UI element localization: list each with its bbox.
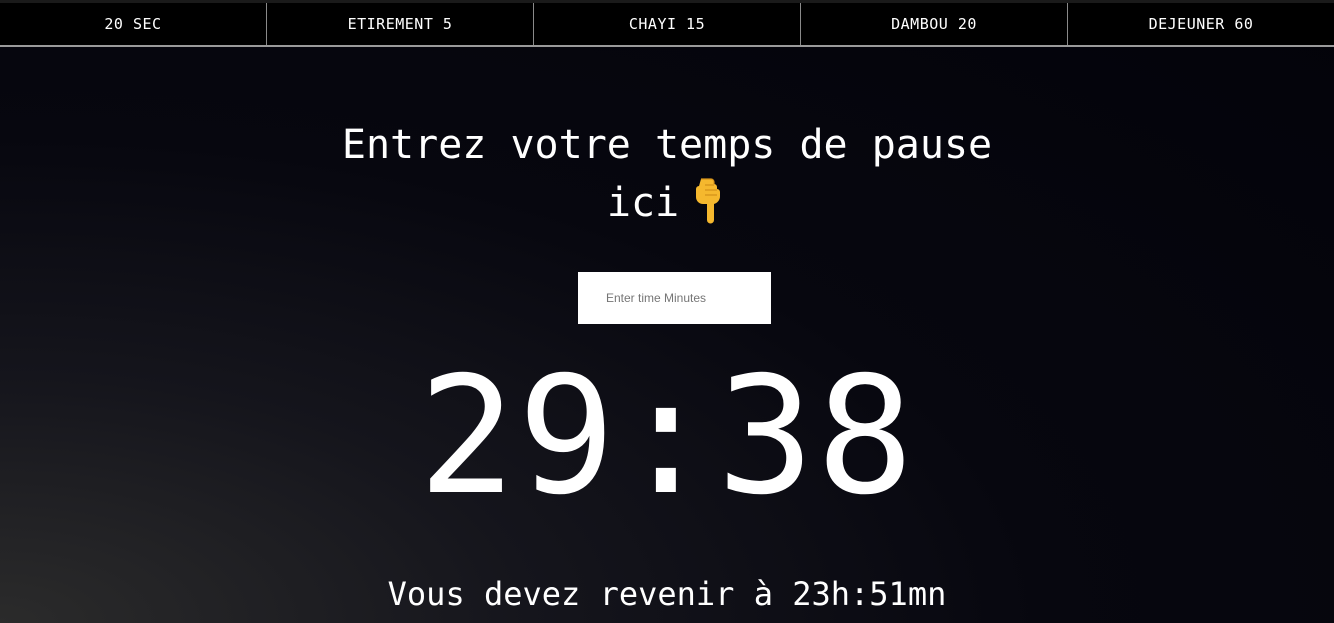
preset-dejeuner-button[interactable]: DEJEUNER 60 bbox=[1068, 3, 1334, 45]
time-input-container bbox=[578, 272, 771, 324]
return-time-message: Vous devez revenir à 23h:51mn bbox=[387, 575, 947, 613]
pointing-down-hand-icon bbox=[687, 177, 727, 225]
preset-navbar: 20 SEC ETIREMENT 5 CHAYI 15 DAMBOU 20 DE… bbox=[0, 3, 1334, 47]
heading-line-2: ici bbox=[0, 174, 1334, 232]
time-minutes-input[interactable] bbox=[578, 272, 771, 324]
page-heading: Entrez votre temps de pause ici bbox=[0, 116, 1334, 232]
preset-etirement-button[interactable]: ETIREMENT 5 bbox=[267, 3, 534, 45]
countdown-timer: 29:38 bbox=[418, 343, 916, 531]
preset-20-sec-button[interactable]: 20 SEC bbox=[0, 3, 267, 45]
heading-line-2-text: ici bbox=[606, 180, 680, 226]
preset-chayi-button[interactable]: CHAYI 15 bbox=[534, 3, 801, 45]
preset-dambou-button[interactable]: DAMBOU 20 bbox=[801, 3, 1068, 45]
heading-line-1: Entrez votre temps de pause bbox=[341, 122, 993, 168]
